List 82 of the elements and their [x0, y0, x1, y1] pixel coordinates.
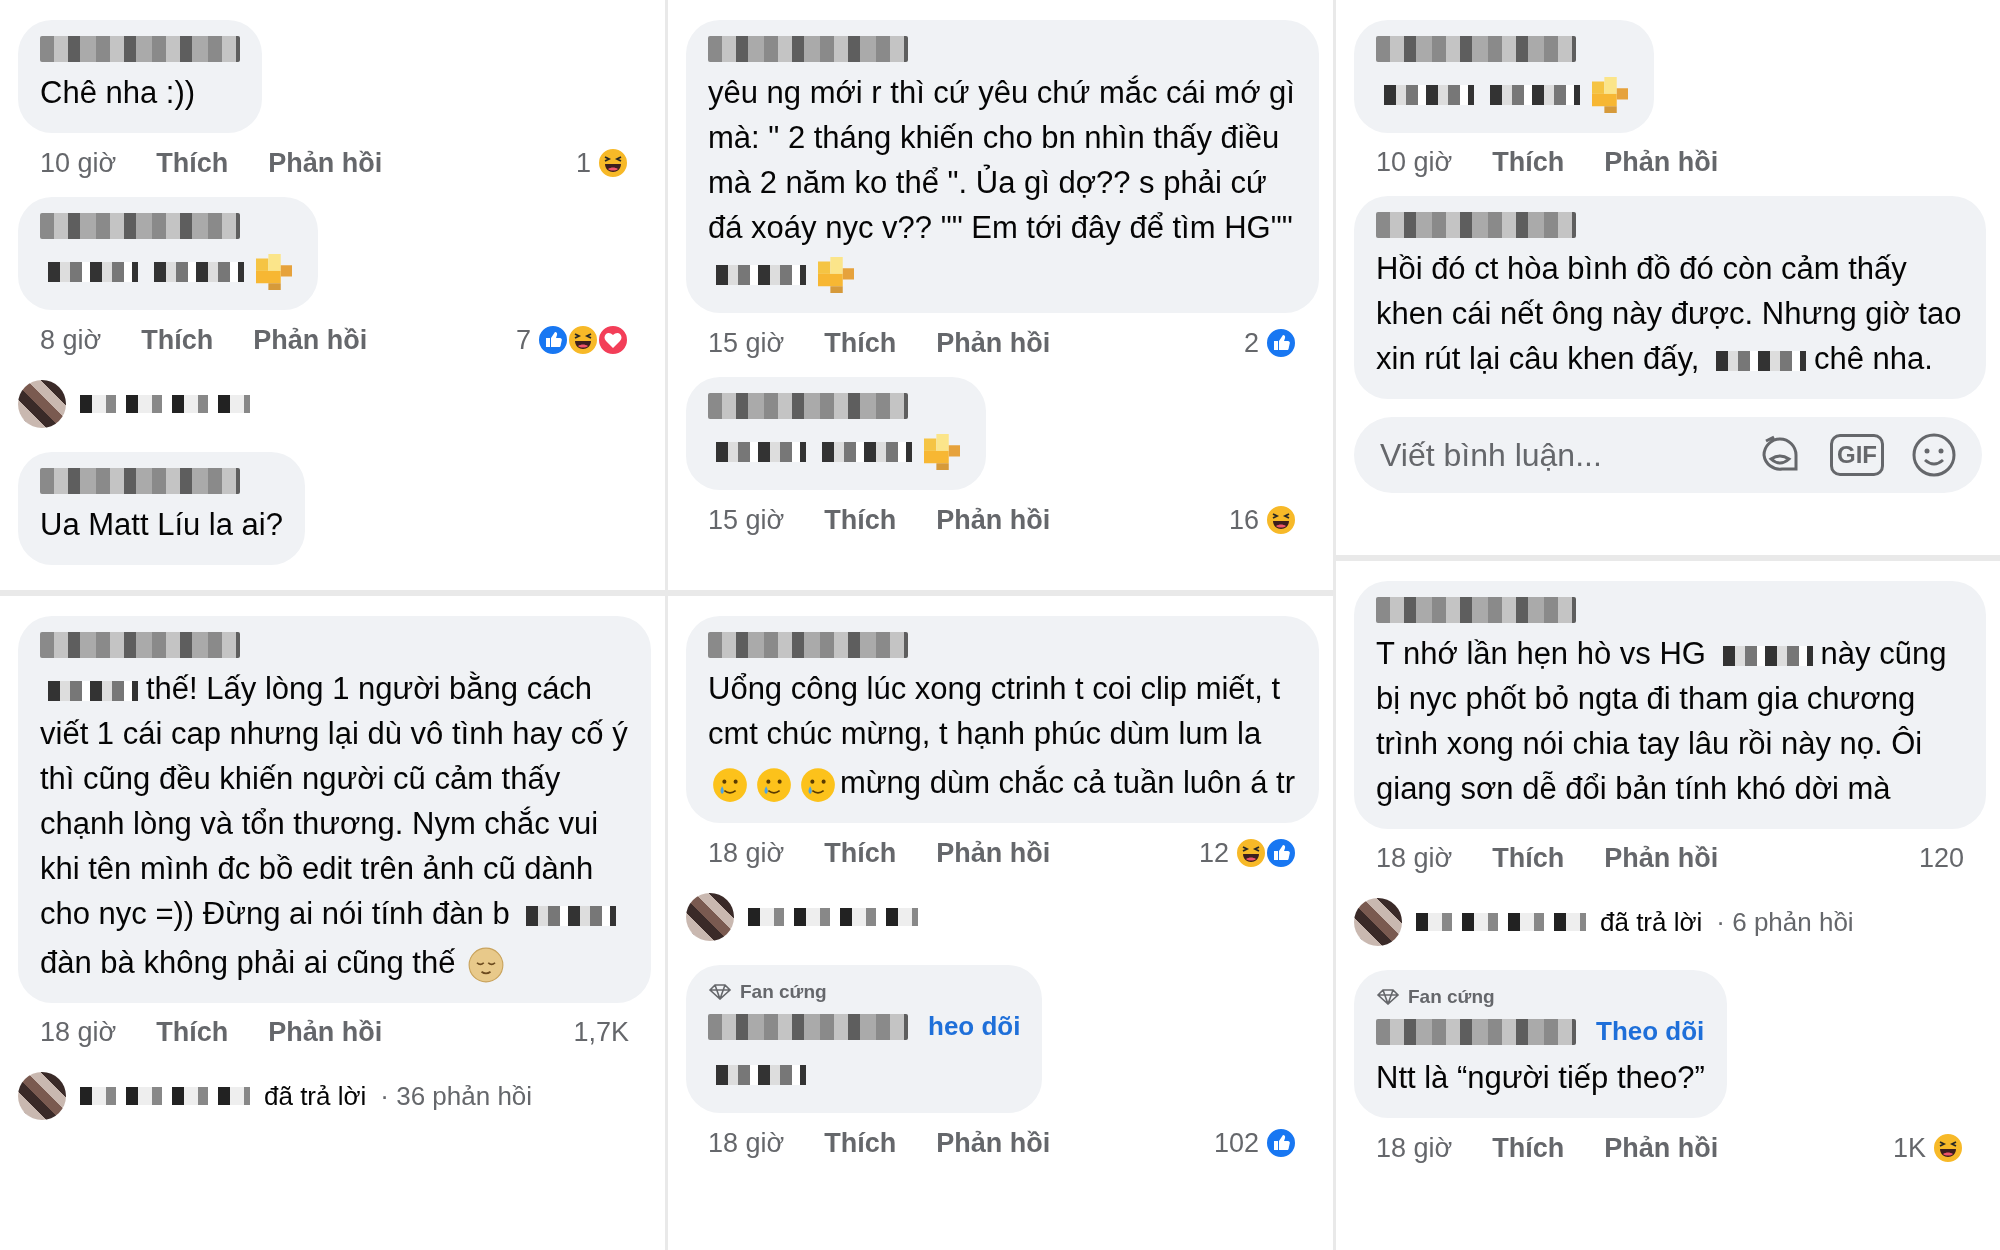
laughing-reaction-icon: [1265, 504, 1297, 536]
comment-text: Chê nha :)): [40, 74, 197, 112]
comment-time: 15 giờ: [708, 327, 785, 359]
replied-text[interactable]: đã trả lời: [264, 1080, 367, 1112]
relieved-face-icon: [468, 946, 505, 983]
reply-count[interactable]: · 36 phản hồi: [380, 1080, 533, 1112]
like-reaction-icon: [1265, 1127, 1297, 1159]
comment-text: Ntt là “người tiếp theo?”: [1376, 1059, 1705, 1097]
like-button[interactable]: Thích: [1492, 843, 1565, 874]
reaction-count: 1K: [1892, 1132, 1926, 1164]
comment-time: 18 giờ: [40, 1017, 117, 1048]
laughing-reaction-icon: [567, 324, 599, 356]
comment-text: Ua Matt Líu la ai?: [40, 506, 283, 544]
reaction-count: 1: [575, 147, 591, 179]
avatar: [1354, 898, 1402, 946]
reply-button[interactable]: Phản hồi: [268, 147, 383, 179]
reaction-count: 1,7K: [573, 1017, 629, 1048]
comment-time: 10 giờ: [40, 147, 117, 179]
comment-time: 18 giờ: [708, 837, 785, 869]
laughing-reaction-icon: [1235, 837, 1267, 869]
comment-time: 15 giờ: [708, 504, 785, 536]
heart-reaction-icon: [597, 324, 629, 356]
reaction-count: 12: [1198, 837, 1229, 869]
like-reaction-icon: [1265, 327, 1297, 359]
reply-button[interactable]: Phản hồi: [1604, 843, 1719, 874]
tearful-smile-icon: [712, 766, 748, 803]
reaction-count: 16: [1228, 504, 1259, 536]
reply-button[interactable]: Phản hồi: [1604, 147, 1719, 178]
avatar: [686, 893, 734, 941]
reply-button[interactable]: Phản hồi: [936, 1127, 1051, 1159]
emoji-icon[interactable]: [1910, 431, 1958, 479]
pixelated-emoji-icon: [1592, 76, 1628, 113]
like-reaction-icon: [1265, 837, 1297, 869]
like-button[interactable]: Thích: [824, 327, 897, 359]
comment-time: 18 giờ: [1376, 843, 1453, 874]
like-reaction-icon: [537, 324, 569, 356]
comment-text: Uổng công lúc xong ctrinh t coi clip miết, t cmt chúc mừng, t hạnh phúc dùm lum la mừng dùm chắc cả tuần luôn á tr: [708, 666, 1297, 805]
comment-text: thế! Lấy lòng 1 người bằng cách viết 1 cái cap nhưng lại dù vô tình hay cố ý thì cũng đều khiến người cũ cảm thấy chạnh lòng và tổn thương. Nym chắc vui khi tên mình đc bồ edit trên ảnh cũ dành cho nyc =)) Đừng ai nói tính đàn b đàn bà không phải ai cũng thế: [40, 666, 629, 985]
reaction-count: 120: [1918, 843, 1964, 874]
pixelated-emoji-icon: [256, 253, 292, 290]
reply-button[interactable]: Phản hồi: [936, 327, 1051, 359]
like-button[interactable]: Thích: [156, 147, 229, 179]
pixelated-emoji-icon: [818, 256, 854, 293]
like-button[interactable]: Thích: [824, 1127, 897, 1159]
badge-label: Fan cứng: [1408, 986, 1495, 1008]
reply-button[interactable]: Phản hồi: [253, 324, 368, 356]
like-button[interactable]: Thích: [1492, 1132, 1565, 1164]
reaction-count: 2: [1243, 327, 1259, 359]
reply-button[interactable]: Phản hồi: [936, 837, 1051, 869]
avatar: [18, 1072, 66, 1120]
like-button[interactable]: Thích: [824, 504, 897, 536]
comment-text: yêu ng mới r thì cứ yêu chứ mắc cái mớ gì mà: " 2 tháng khiến cho bn nhìn thấy điều mà 2 năm ko thể ". Ủa gì dợ?? s phải cứ đá xoáy nyc v?? "" Em tới đây để tìm HG"": [708, 70, 1297, 295]
like-button[interactable]: Thích: [1492, 147, 1565, 178]
reaction-count: 7: [515, 324, 531, 356]
comment-time: 18 giờ: [708, 1127, 785, 1159]
replied-text[interactable]: đã trả lời: [1600, 906, 1703, 938]
avatar: [18, 380, 66, 428]
diamond-icon: [708, 984, 732, 1000]
reply-button[interactable]: Phản hồi: [936, 504, 1051, 536]
laughing-reaction-icon: [1932, 1132, 1964, 1164]
reply-button[interactable]: Phản hồi: [1604, 1132, 1719, 1164]
like-button[interactable]: Thích: [141, 324, 214, 356]
reaction-count: 102: [1213, 1127, 1259, 1159]
follow-link[interactable]: heo dõi: [928, 1011, 1021, 1042]
laughing-reaction-icon: [597, 147, 629, 179]
like-button[interactable]: Thích: [824, 837, 897, 869]
comment-input[interactable]: Viết bình luận... GIF: [1354, 417, 1982, 493]
reply-count[interactable]: · 6 phản hồi: [1716, 906, 1854, 938]
diamond-icon: [1376, 989, 1400, 1005]
pixelated-emoji-icon: [924, 433, 960, 470]
gif-button[interactable]: GIF: [1830, 434, 1884, 476]
tearful-smile-icon: [756, 766, 792, 803]
follow-link[interactable]: Theo dõi: [1596, 1016, 1705, 1047]
comment-text: Hồi đó ct hòa bình đồ đó còn cảm thấy khen cái nết ông này được. Nhưng giờ tao xin rút lại câu khen đấy, chê nha.: [1376, 250, 1963, 378]
comment-time: 10 giờ: [1376, 147, 1453, 178]
tearful-smile-icon: [800, 766, 836, 803]
badge-label: Fan cứng: [740, 981, 827, 1003]
comment-time: 18 giờ: [1376, 1132, 1453, 1164]
comment-time: 8 giờ: [40, 324, 102, 356]
comment-text: T nhớ lần hẹn hò vs HG này cũng bị nyc phốt bỏ ngta đi tham gia chương trình xong nói chia tay lâu rồi này nọ. Ôi giang sơn dễ đổi bản tính khó dời mà: [1376, 635, 1948, 808]
like-button[interactable]: Thích: [156, 1017, 229, 1048]
reply-button[interactable]: Phản hồi: [268, 1017, 383, 1048]
